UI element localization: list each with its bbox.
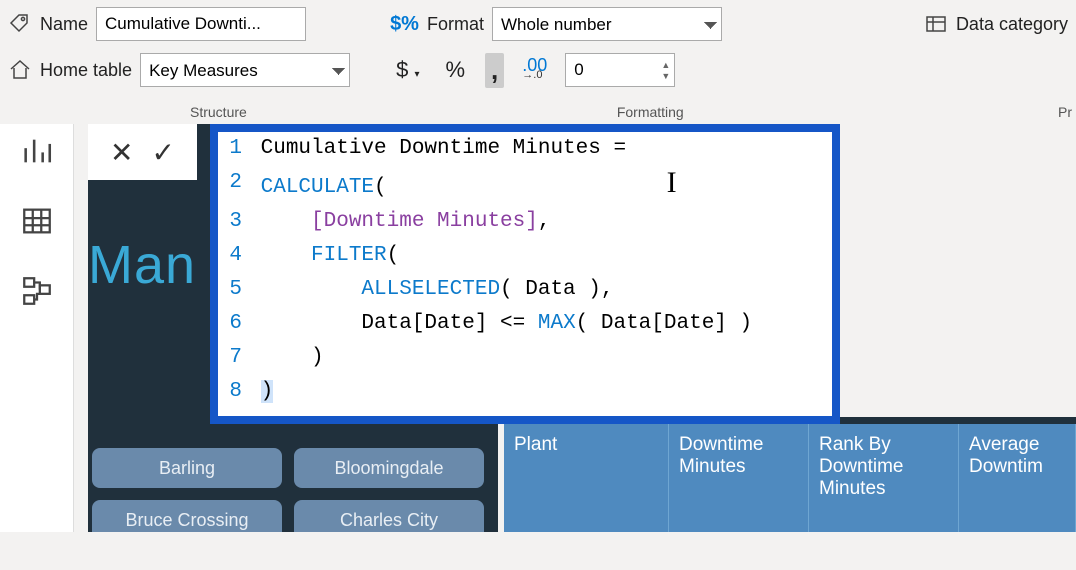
home-table-select[interactable]: Key Measures [140,53,350,87]
name-label: Name [40,14,88,35]
slicer-chip[interactable]: Barling [92,448,282,488]
dax-editor[interactable]: 1 Cumulative Downtime Minutes = 2 CALCUL… [210,124,840,424]
group-formatting: $% Format Whole number $ ▾ % , .00→.0 0 … [390,6,722,98]
ribbon-caption-properties: Pr [1058,104,1072,120]
table-header-row: Plant Downtime Minutes Rank By Downtime … [504,424,1076,532]
slicer-chip-grid: Barling Bloomingdale Bruce Crossing Char… [92,448,507,532]
code-line-6: Data[Date] <= MAX( Data[Date] ) [248,307,752,341]
formula-accept-button[interactable]: ✓ [151,136,174,169]
slicer-chip[interactable]: Bruce Crossing [92,500,282,532]
code-line-5: ALLSELECTED( Data ), [248,273,613,307]
ribbon-caption-structure: Structure [190,104,247,120]
code-line-7: ) [248,341,324,375]
format-label: Format [427,14,484,35]
data-category-icon [924,12,948,36]
home-table-label: Home table [40,60,132,81]
data-category-label: Data category [956,14,1068,35]
text-cursor-icon: I [667,166,677,200]
thousands-separator-button[interactable]: , [485,53,504,88]
formula-cancel-button[interactable]: ✕ [110,136,133,169]
col-header-avg[interactable]: Average Downtim [959,424,1076,532]
percent-button[interactable]: % [439,55,471,85]
name-input[interactable] [96,7,306,41]
code-line-2: CALCULATE(I [248,166,677,205]
code-line-8: ) [248,375,273,409]
code-line-4: FILTER( [248,239,399,273]
col-header-rank[interactable]: Rank By Downtime Minutes [809,424,959,532]
view-toolbar [0,124,74,532]
group-properties: Data category [924,6,1068,98]
model-view-icon[interactable] [20,274,54,308]
tag-icon [8,12,32,36]
col-header-downtime[interactable]: Downtime Minutes [669,424,809,532]
format-prefix-icon: $% [390,13,419,36]
report-view-icon[interactable] [20,134,54,168]
group-structure: Name Home table Key Measures [8,6,350,98]
report-title-fragment: Man [88,234,196,296]
formula-bar-controls: ✕ ✓ [88,124,197,180]
slicer-chip[interactable]: Bloomingdale [294,448,484,488]
decimal-value: 0 [574,60,583,80]
ribbon-caption-formatting: Formatting [617,104,684,120]
decimal-places-input[interactable]: 0 ▲▼ [565,53,675,87]
slicer-chip[interactable]: Charles City [294,500,484,532]
data-view-icon[interactable] [20,204,54,238]
home-icon [8,58,32,82]
decimal-shift-icon[interactable]: .00→.0 [518,58,551,82]
currency-button[interactable]: $ ▾ [390,55,425,85]
col-header-plant[interactable]: Plant [504,424,669,532]
code-line-3: [Downtime Minutes], [248,205,550,239]
format-select[interactable]: Whole number [492,7,722,41]
decimal-spinner[interactable]: ▲▼ [661,61,670,80]
code-line-1: Cumulative Downtime Minutes = [248,132,626,166]
